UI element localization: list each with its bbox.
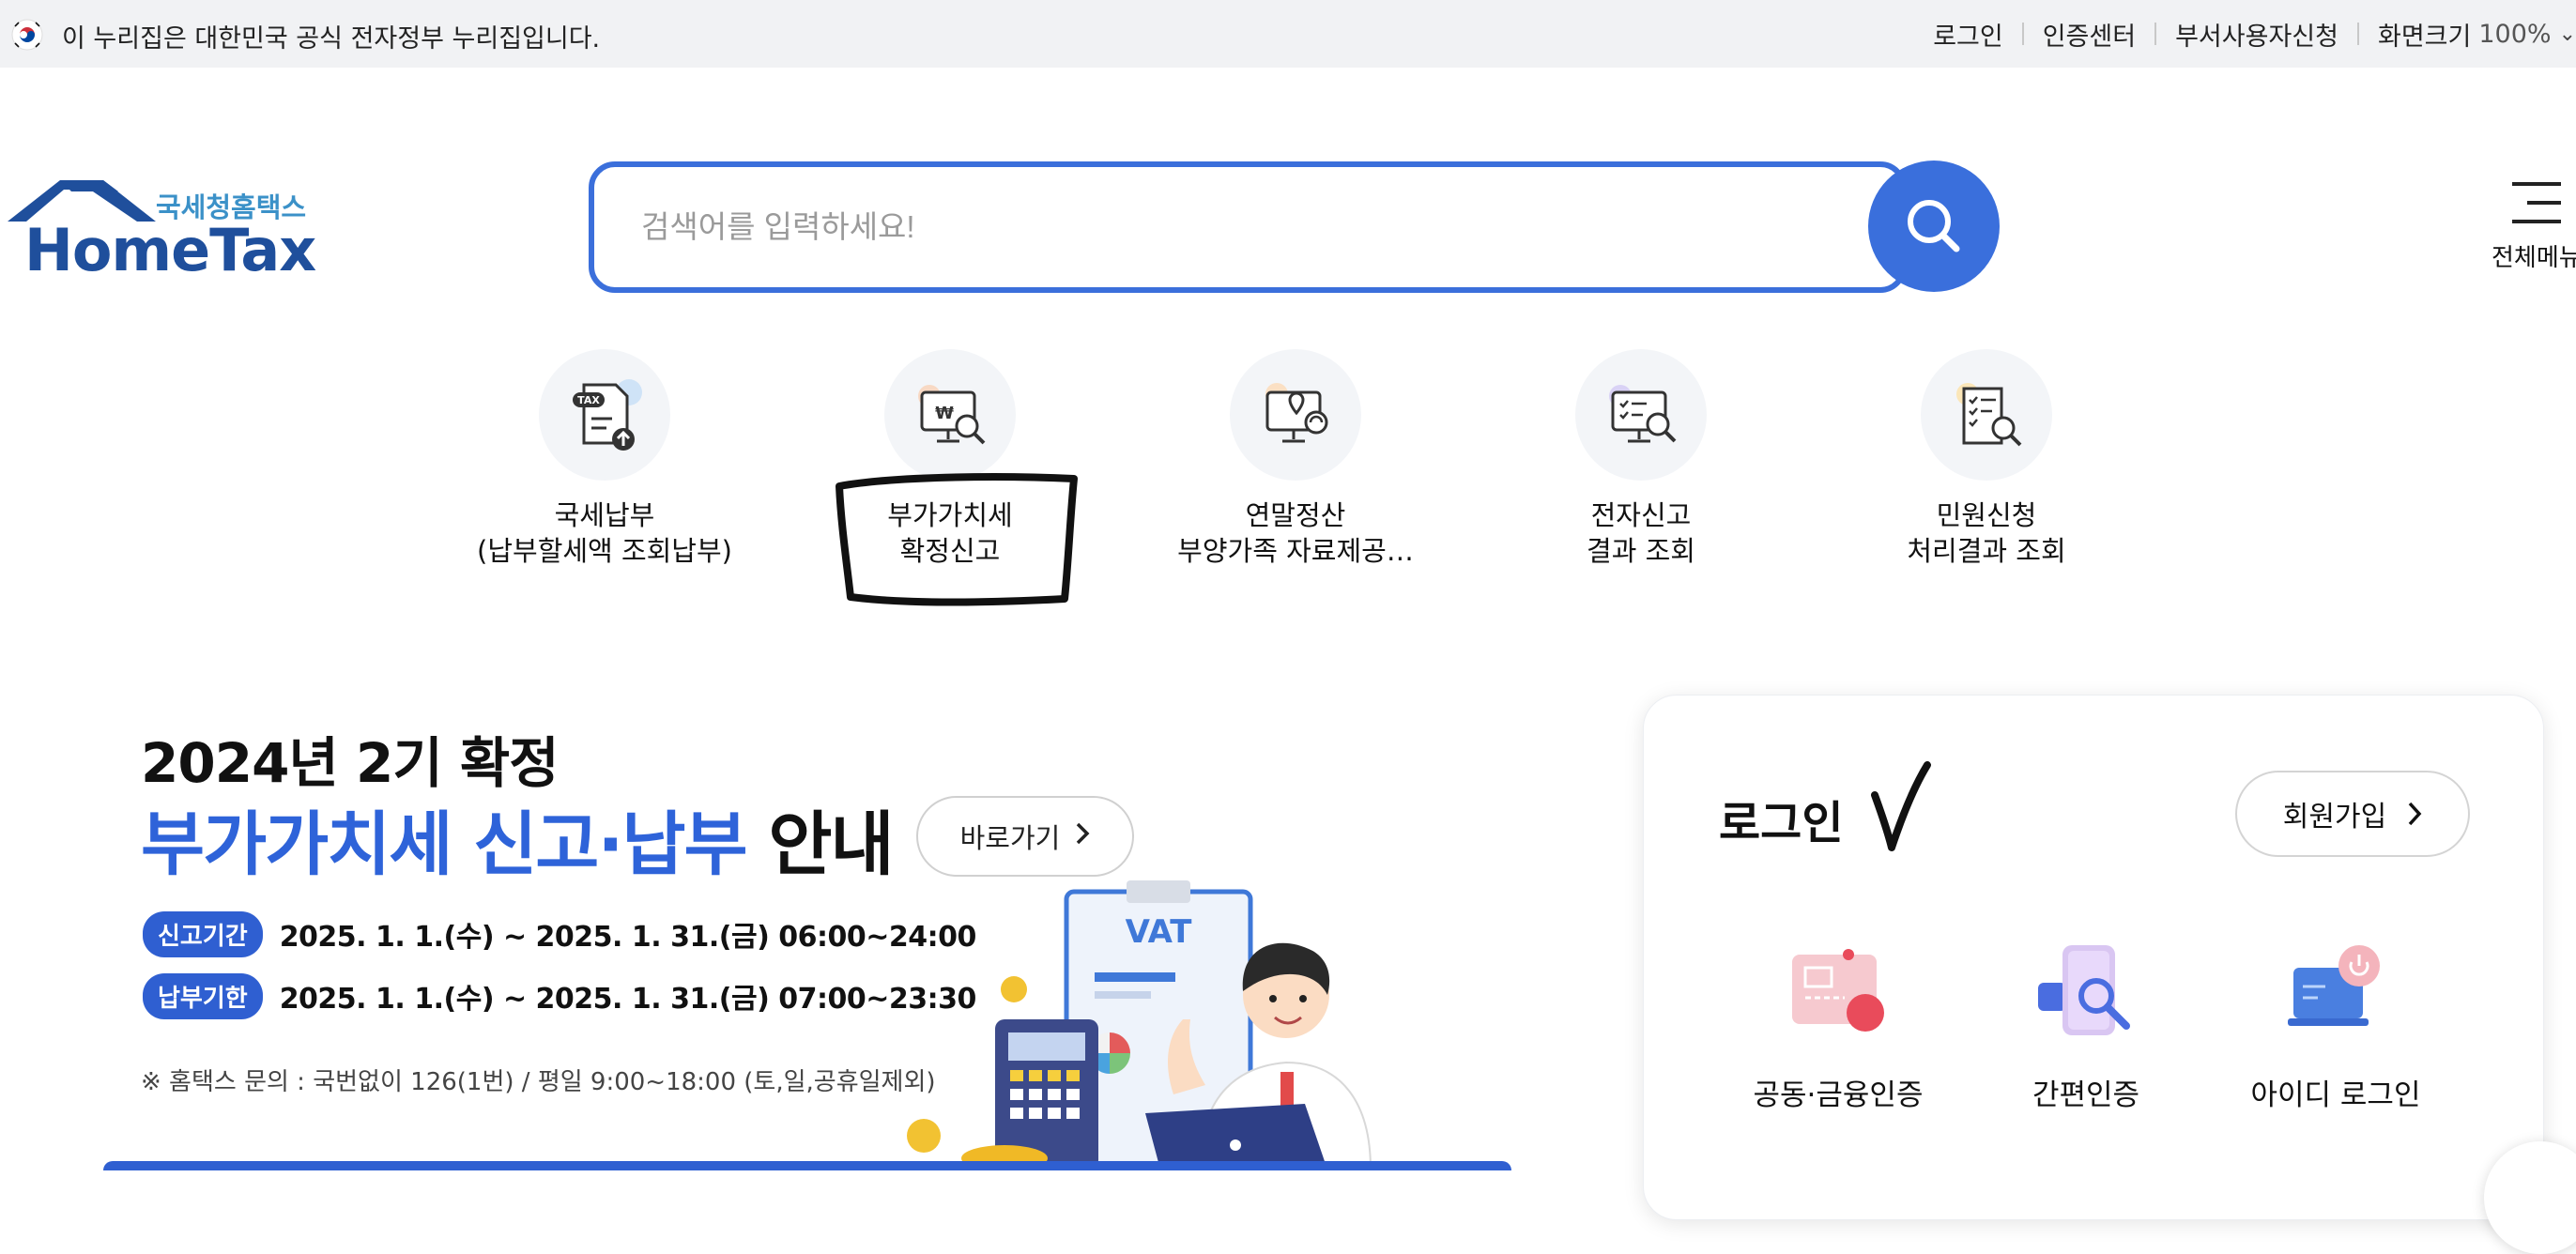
quick-menu-line1: 전자신고 <box>1590 499 1692 531</box>
filing-period-badge: 신고기간 <box>143 910 263 957</box>
quick-menu-civil-petition-results[interactable]: 민원신청 처리결과 조회 <box>1846 349 2127 574</box>
divider <box>2021 23 2024 45</box>
signup-button[interactable]: 회원가입 <box>2235 771 2470 857</box>
simple-auth-option[interactable]: 간편인증 <box>1969 940 2194 1127</box>
quick-menu-label: 국세납부 (납부할세액 조회납부) <box>464 497 745 569</box>
banner-contact-note: ※ 홈택스 문의 : 국번없이 126(1번) / 평일 9:00~18:00 … <box>141 1068 936 1096</box>
search-icon <box>1908 200 1960 252</box>
banner-go-label: 바로가기 <box>959 822 1061 854</box>
won-monitor-search-icon: ₩ <box>918 385 986 445</box>
all-menu-label: 전체메뉴 <box>2492 244 2576 272</box>
quick-menu-icon-wrap <box>1921 349 2052 481</box>
login-panel: 로그인 회원가입 공동·금융인증 간편인증 아이디 로그인 <box>1643 695 2544 1220</box>
quick-menu-line1: 연말정산 <box>1245 499 1346 531</box>
quick-menu-line2: 결과 조회 <box>1587 535 1695 567</box>
quick-menu-icon-wrap: TAX <box>539 349 670 481</box>
search-input[interactable] <box>641 201 1768 253</box>
search-button[interactable] <box>1868 161 2000 292</box>
gov-notice-bar: 이 누리집은 대한민국 공식 전자정부 누리집입니다. 로그인 인증센터 부서사… <box>0 0 2576 68</box>
svg-text:₩: ₩ <box>935 404 954 423</box>
certificate-card-icon <box>1792 949 1884 1032</box>
quick-menu-icon-wrap <box>1230 349 1361 481</box>
login-title: 로그인 <box>1719 797 1844 849</box>
quick-menu-line2: 처리결과 조회 <box>1907 535 2066 567</box>
quick-menu-tax-payment[interactable]: TAX 국세납부 (납부할세액 조회납부) <box>464 349 745 574</box>
highlight-annotation <box>836 473 1078 606</box>
util-dept-user-link[interactable]: 부서사용자신청 <box>2175 16 2338 53</box>
cert-login-label: 공동·금융인증 <box>1753 1078 1924 1112</box>
vat-illustration: VAT <box>907 880 1372 1170</box>
checkmark-annotation <box>1871 761 1931 851</box>
banner-go-button[interactable]: 바로가기 <box>916 796 1134 877</box>
zoom-value: 100% <box>2478 19 2552 49</box>
banner-headline-blue: 부가가치세 신고·납부 <box>141 804 748 885</box>
vat-filing-banner: 2024년 2기 확정 부가가치세 신고·납부 안내 바로가기 신고기간 202… <box>0 695 1596 1170</box>
svg-text:TAX: TAX <box>577 394 600 406</box>
payment-deadline-row: 납부기한 2025. 1. 1.(수) ~ 2025. 1. 31.(금) 07… <box>143 972 977 1019</box>
divider <box>2356 23 2359 45</box>
utility-links: 로그인 인증센터 부서사용자신청 화면크기 100% ⌄ <box>1933 15 2576 53</box>
cert-login-option[interactable]: 공동·금융인증 <box>1721 940 1946 1127</box>
quick-menu-icon-wrap: ₩ <box>884 349 1016 481</box>
quick-menu-label: 전자신고 결과 조회 <box>1500 497 1782 569</box>
quick-menu-year-end-settlement[interactable]: 연말정산 부양가족 자료제공… <box>1155 349 1436 574</box>
id-login-label: 아이디 로그인 <box>2250 1078 2421 1112</box>
vat-label: VAT <box>1126 913 1193 951</box>
laptop-power-icon <box>2288 945 2380 1026</box>
quick-menu-line1: 민원신청 <box>1936 499 2037 531</box>
quick-menu-label: 민원신청 처리결과 조회 <box>1846 497 2127 569</box>
quick-menu-line2: 부양가족 자료제공… <box>1177 535 1414 567</box>
tax-document-upload-icon: TAX <box>573 379 642 451</box>
hometax-logo[interactable]: 국세청홈택스 HomeTax <box>6 178 316 284</box>
banner-title: 2024년 2기 확정 <box>141 731 560 795</box>
checklist-monitor-search-icon <box>1609 385 1677 443</box>
chevron-down-icon: ⌄ <box>2558 22 2576 46</box>
payment-deadline-dates: 2025. 1. 1.(수) ~ 2025. 1. 31.(금) 07:00~2… <box>279 983 977 1016</box>
banner-bottom-bar <box>103 1161 1511 1170</box>
korea-flag-icon <box>11 19 43 51</box>
id-login-option[interactable]: 아이디 로그인 <box>2218 940 2444 1127</box>
phone-search-icon <box>2038 945 2130 1035</box>
zoom-control[interactable]: 화면크기 100% ⌄ <box>2378 16 2576 53</box>
divider <box>2154 23 2157 45</box>
quick-menu-line1: 국세납부 <box>554 499 655 531</box>
all-menu-button[interactable]: 전체메뉴 <box>2488 176 2576 280</box>
location-monitor-icon <box>1265 383 1328 443</box>
filing-period-row: 신고기간 2025. 1. 1.(수) ~ 2025. 1. 31.(금) 06… <box>143 910 977 957</box>
checklist-document-search-icon <box>1956 383 2022 447</box>
quick-menu-label: 연말정산 부양가족 자료제공… <box>1155 497 1436 569</box>
quick-menu-icon-wrap <box>1575 349 1707 481</box>
gov-notice-text: 이 누리집은 대한민국 공식 전자정부 누리집입니다. <box>62 24 601 54</box>
zoom-label: 화면크기 <box>2377 22 2472 52</box>
util-login-link[interactable]: 로그인 <box>1933 16 2003 53</box>
payment-deadline-badge: 납부기한 <box>143 972 263 1019</box>
quick-menu-line2: (납부할세액 조회납부) <box>477 535 732 567</box>
signup-label: 회원가입 <box>2282 801 2387 833</box>
hamburger-icon <box>2512 182 2561 238</box>
search-box <box>589 161 1907 293</box>
banner-headline-dark: 안내 <box>768 804 894 885</box>
simple-auth-label: 간편인증 <box>2032 1078 2140 1112</box>
quick-menu-e-filing-results[interactable]: 전자신고 결과 조회 <box>1500 349 1782 574</box>
filing-period-dates: 2025. 1. 1.(수) ~ 2025. 1. 31.(금) 06:00~2… <box>279 921 977 954</box>
chevron-right-icon <box>2408 802 2422 826</box>
logo-title: HomeTax <box>24 216 316 284</box>
banner-headline: 부가가치세 신고·납부 안내 <box>141 788 895 889</box>
chevron-right-icon <box>1075 820 1090 852</box>
util-cert-center-link[interactable]: 인증센터 <box>2043 16 2136 53</box>
